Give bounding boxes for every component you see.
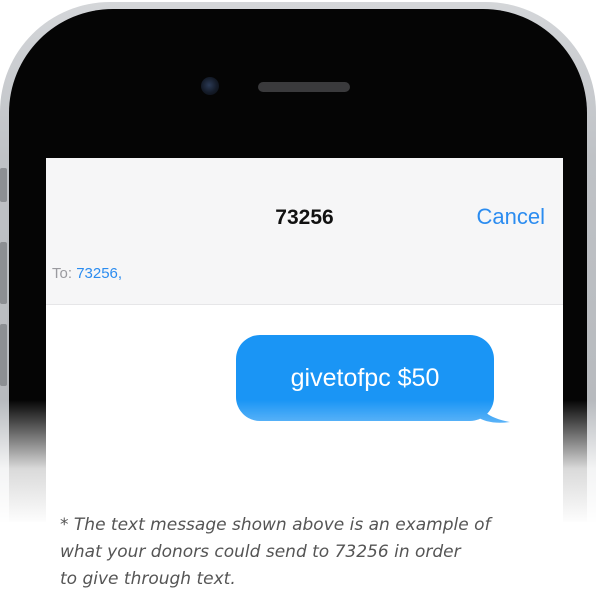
side-button-volume-up	[0, 242, 7, 304]
page: 73256 Cancel To: 73256, givetofpc $50 * …	[0, 0, 596, 603]
speaker-grille	[258, 82, 350, 92]
message-text: givetofpc $50	[290, 363, 440, 392]
cancel-button[interactable]: Cancel	[477, 204, 545, 230]
camera-icon	[201, 77, 219, 95]
to-label: To:	[52, 265, 73, 282]
side-button-volume-down	[0, 324, 7, 386]
recipient-token[interactable]: 73256,	[76, 265, 122, 282]
message-header: 73256 Cancel To: 73256,	[46, 158, 563, 305]
caption-line: * The text message shown above is an exa…	[60, 515, 491, 535]
bottom-fade	[0, 400, 596, 525]
caption-line: what your donors could send to 73256 in …	[60, 542, 461, 562]
caption-line: to give through text.	[60, 569, 236, 589]
caption: * The text message shown above is an exa…	[60, 512, 550, 593]
recipient-field[interactable]: To: 73256,	[52, 265, 122, 282]
side-button-mute	[0, 168, 7, 202]
